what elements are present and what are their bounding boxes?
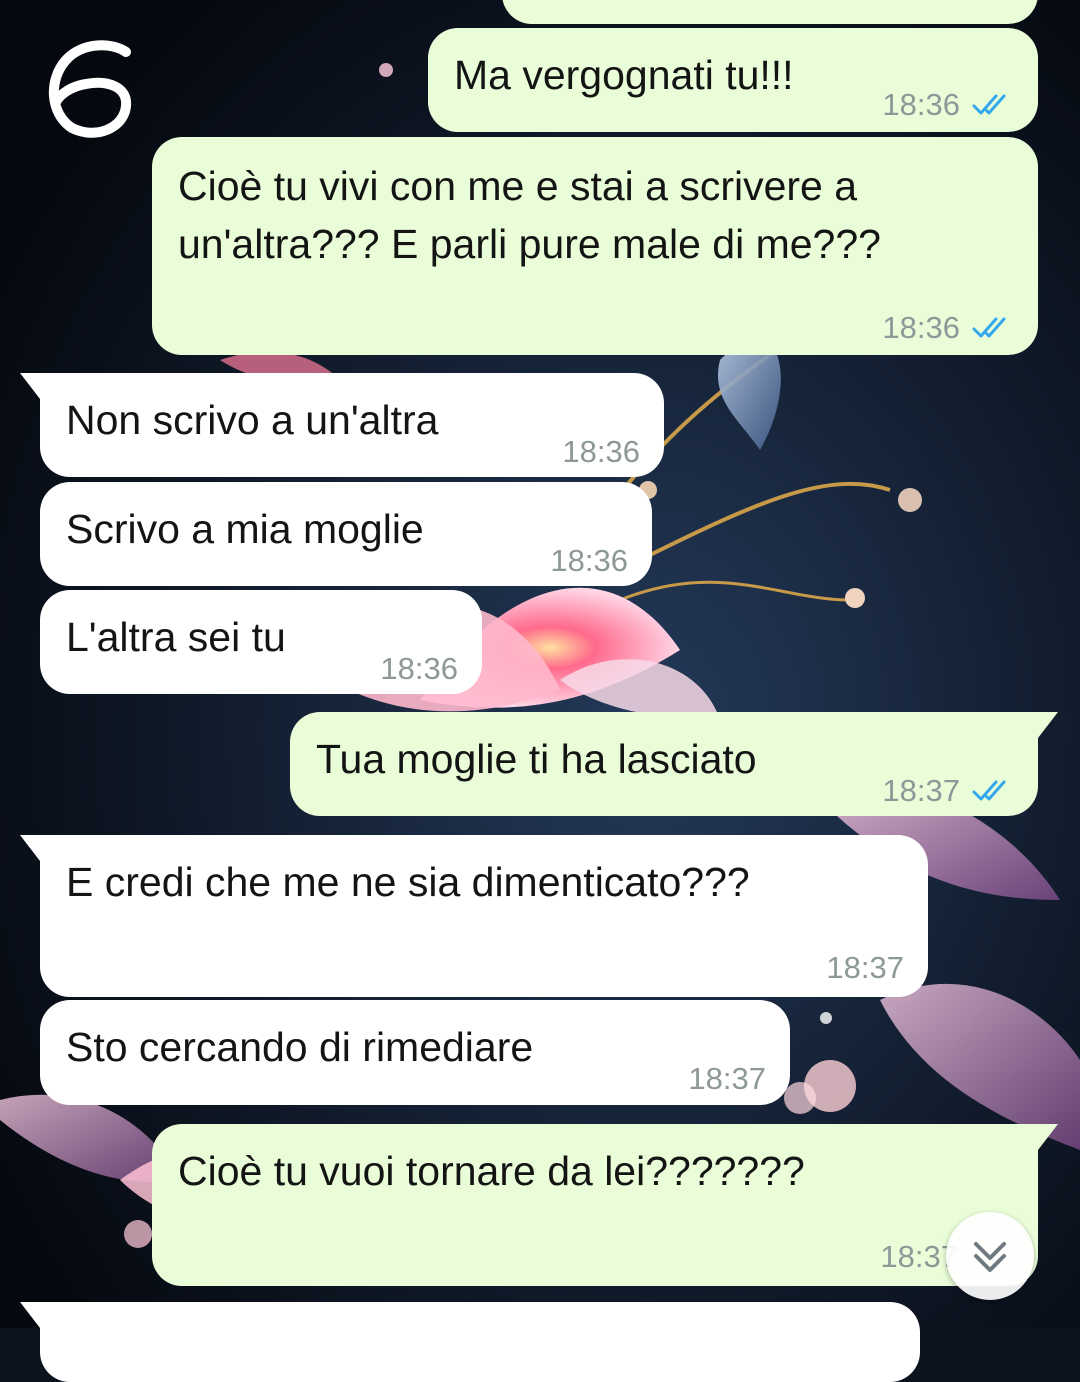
message-text: Tua moglie ti ha lasciato [316, 736, 757, 782]
message-time: 18:36 [562, 434, 640, 469]
bubble-tail [1038, 712, 1058, 738]
message-time: 18:36 [550, 543, 628, 578]
double-check-icon [972, 780, 1006, 801]
bubble-tail [1038, 1124, 1058, 1150]
message-time: 18:37 [826, 950, 904, 985]
message-bubble-incoming[interactable] [20, 1302, 920, 1382]
message-text: Non scrivo a un'altra [66, 397, 439, 443]
chevron-double-down-icon [974, 1242, 1006, 1272]
message-text: Scrivo a mia moglie [66, 506, 424, 552]
message-time: 18:36 [380, 651, 458, 686]
message-time: 18:36 [882, 310, 960, 345]
message-time: 18:36 [882, 87, 960, 122]
page-number-overlay: 6 [49, 40, 132, 138]
message-bubble-outgoing[interactable]: Cioè tu vivi con me e stai a scrivere a … [152, 137, 1038, 355]
message-time: 18:37 [882, 773, 960, 808]
message-text: Sto cercando di rimediare [66, 1024, 534, 1070]
message-bubble-outgoing[interactable] [502, 0, 1038, 24]
double-check-icon [972, 317, 1006, 338]
message-text: Ma vergognati tu!!! [454, 52, 794, 98]
bubble-tail [20, 373, 40, 399]
message-bubble-outgoing[interactable]: Tua moglie ti ha lasciato 18:37 [290, 712, 1058, 816]
message-bubble-incoming[interactable]: E credi che me ne sia dimenticato??? 18:… [20, 835, 928, 997]
message-text: Cioè tu vivi con me e stai a scrivere a … [178, 163, 881, 267]
message-bubble-outgoing[interactable]: Cioè tu vuoi tornare da lei??????? 18:37 [152, 1124, 1058, 1286]
bubble-tail [20, 835, 40, 861]
message-time: 18:37 [688, 1061, 766, 1096]
message-bubble-outgoing[interactable]: Ma vergognati tu!!! 18:36 [428, 28, 1038, 132]
message-text: E credi che me ne sia dimenticato??? [66, 859, 750, 905]
scroll-to-bottom-button[interactable] [946, 1212, 1034, 1300]
message-bubble-incoming[interactable]: L'altra sei tu 18:36 [40, 590, 482, 694]
bubble-tail [20, 1302, 40, 1328]
message-text: Cioè tu vuoi tornare da lei??????? [178, 1148, 805, 1194]
message-text: L'altra sei tu [66, 614, 286, 660]
message-bubble-incoming[interactable]: Non scrivo a un'altra 18:36 [20, 373, 664, 477]
message-bubble-incoming[interactable]: Sto cercando di rimediare 18:37 [40, 1000, 790, 1105]
message-bubble-incoming[interactable]: Scrivo a mia moglie 18:36 [40, 482, 652, 586]
double-check-icon [972, 94, 1006, 115]
